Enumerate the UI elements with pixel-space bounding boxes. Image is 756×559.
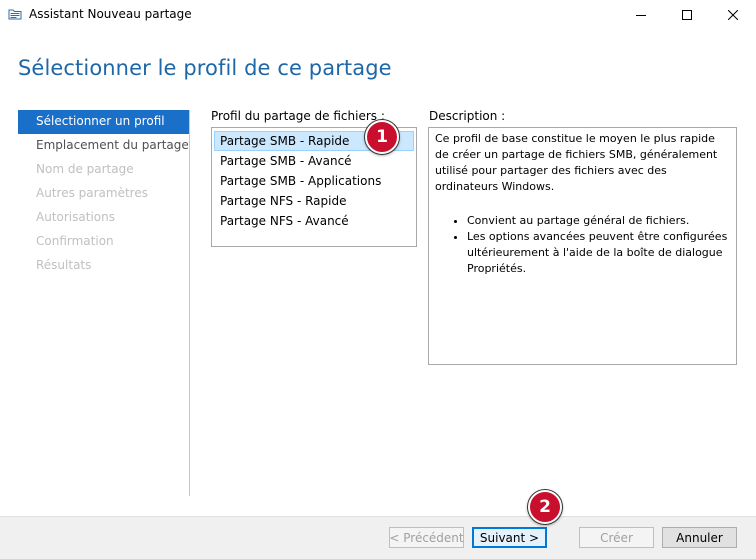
nav-step-confirmation: Confirmation	[36, 234, 114, 248]
next-button[interactable]: Suivant >	[472, 527, 547, 548]
step-marker-1: 1	[365, 120, 399, 154]
minimize-button[interactable]	[618, 0, 664, 30]
minimize-icon	[636, 15, 646, 16]
profile-list-label: Profil du partage de fichiers :	[211, 109, 385, 123]
cancel-button[interactable]: Annuler	[662, 527, 737, 548]
profile-item-nfs-advanced[interactable]: Partage NFS - Avancé	[214, 211, 414, 231]
description-box: Ce profil de base constitue le moyen le …	[428, 127, 737, 365]
wizard-steps-nav: Sélectionner un profil Emplacement du pa…	[18, 110, 189, 278]
previous-button[interactable]: < Précédent	[389, 527, 464, 548]
profile-item-smb-advanced[interactable]: Partage SMB - Avancé	[214, 151, 414, 171]
share-folder-icon	[8, 8, 22, 20]
create-button[interactable]: Créer	[579, 527, 654, 548]
nav-step-other-settings: Autres paramètres	[36, 186, 148, 200]
nav-step-permissions: Autorisations	[36, 210, 115, 224]
step-marker-2: 2	[528, 490, 562, 524]
window-title: Assistant Nouveau partage	[29, 7, 192, 21]
description-label: Description :	[429, 109, 506, 123]
close-button[interactable]	[710, 0, 756, 30]
maximize-button[interactable]	[664, 0, 710, 30]
profile-item-smb-applications[interactable]: Partage SMB - Applications	[214, 171, 414, 191]
page-title: Sélectionner le profil de ce partage	[18, 56, 392, 80]
nav-step-select-profile[interactable]: Sélectionner un profil	[18, 110, 189, 134]
title-bar: Assistant Nouveau partage	[0, 0, 756, 30]
description-bullets: Convient au partage général de fichiers.…	[435, 213, 730, 277]
nav-step-share-location[interactable]: Emplacement du partage	[18, 134, 189, 158]
nav-step-share-name: Nom de partage	[36, 162, 134, 176]
description-bullet: Les options avancées peuvent être config…	[467, 229, 730, 277]
close-icon	[728, 10, 738, 20]
nav-divider	[189, 110, 190, 496]
maximize-icon	[682, 10, 692, 20]
description-text: Ce profil de base constitue le moyen le …	[435, 132, 718, 193]
nav-step-results: Résultats	[36, 258, 92, 272]
description-bullet: Convient au partage général de fichiers.	[467, 213, 730, 229]
profile-item-nfs-quick[interactable]: Partage NFS - Rapide	[214, 191, 414, 211]
